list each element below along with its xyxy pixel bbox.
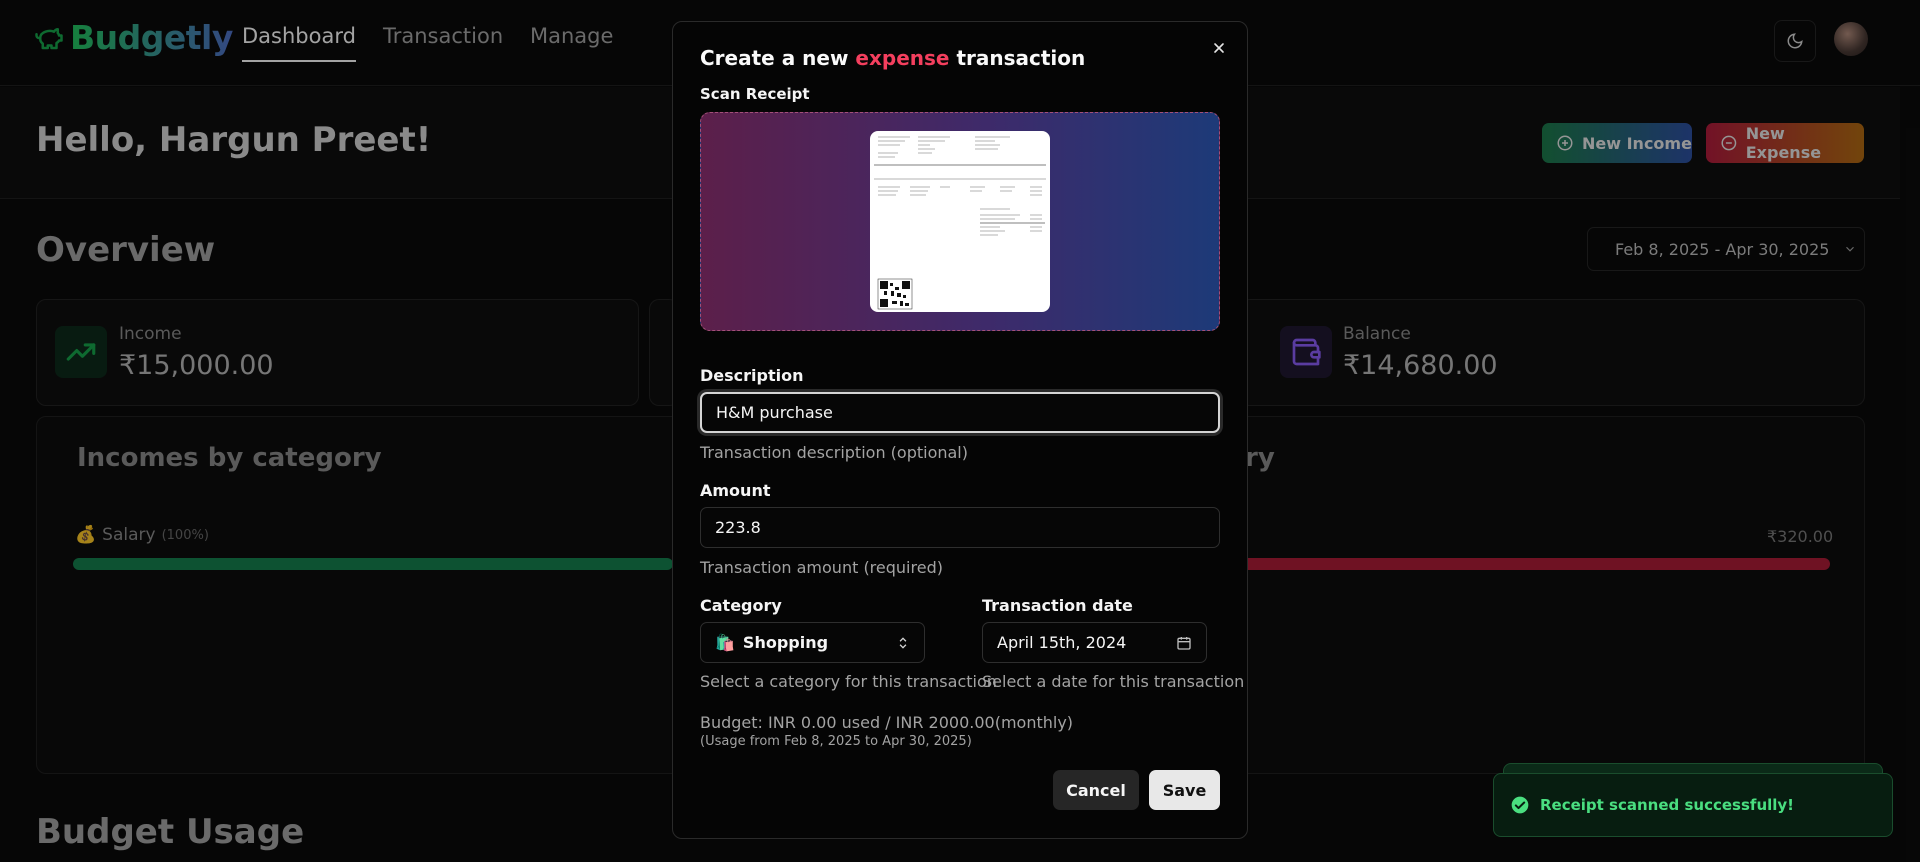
description-help: Transaction description (optional) [700,443,968,462]
check-circle-icon [1511,796,1529,814]
date-help: Select a date for this transaction [982,672,1245,691]
amount-label: Amount [700,481,771,500]
amount-help: Transaction amount (required) [700,558,943,577]
toast-message: Receipt scanned successfully! [1540,796,1795,814]
budget-usage-range: (Usage from Feb 8, 2025 to Apr 30, 2025) [700,734,972,749]
shopping-bags-icon: 🛍️ [715,633,735,652]
scan-receipt-label: Scan Receipt [700,85,810,103]
budget-usage-line: Budget: INR 0.00 used / INR 2000.00(mont… [700,713,1074,732]
chevron-up-down-icon [899,637,907,649]
category-help: Select a category for this transaction [700,672,997,691]
dialog-title-type: expense [855,46,950,70]
category-select[interactable]: 🛍️ Shopping [700,622,925,663]
category-label: Category [700,596,782,615]
cancel-button[interactable]: Cancel [1053,770,1139,810]
description-value: H&M purchase [716,403,833,422]
dialog-title-prefix: Create a new [700,46,849,70]
transaction-date-value: April 15th, 2024 [997,633,1127,652]
success-toast[interactable]: Receipt scanned successfully! [1493,773,1893,837]
dialog-title-suffix: transaction [956,46,1086,70]
description-input[interactable]: H&M purchase [700,392,1220,433]
category-value: Shopping [742,633,829,652]
transaction-date-label: Transaction date [982,596,1133,615]
save-button[interactable]: Save [1149,770,1220,810]
close-icon[interactable] [1207,36,1231,60]
transaction-date-picker[interactable]: April 15th, 2024 [982,622,1207,663]
amount-input[interactable]: 223.8 [700,507,1220,548]
description-label: Description [700,366,804,385]
amount-value: 223.8 [715,518,761,537]
calendar-icon [1177,637,1191,650]
dialog-title: Create a new expense transaction [700,46,1085,70]
receipt-preview-image [870,131,1050,312]
